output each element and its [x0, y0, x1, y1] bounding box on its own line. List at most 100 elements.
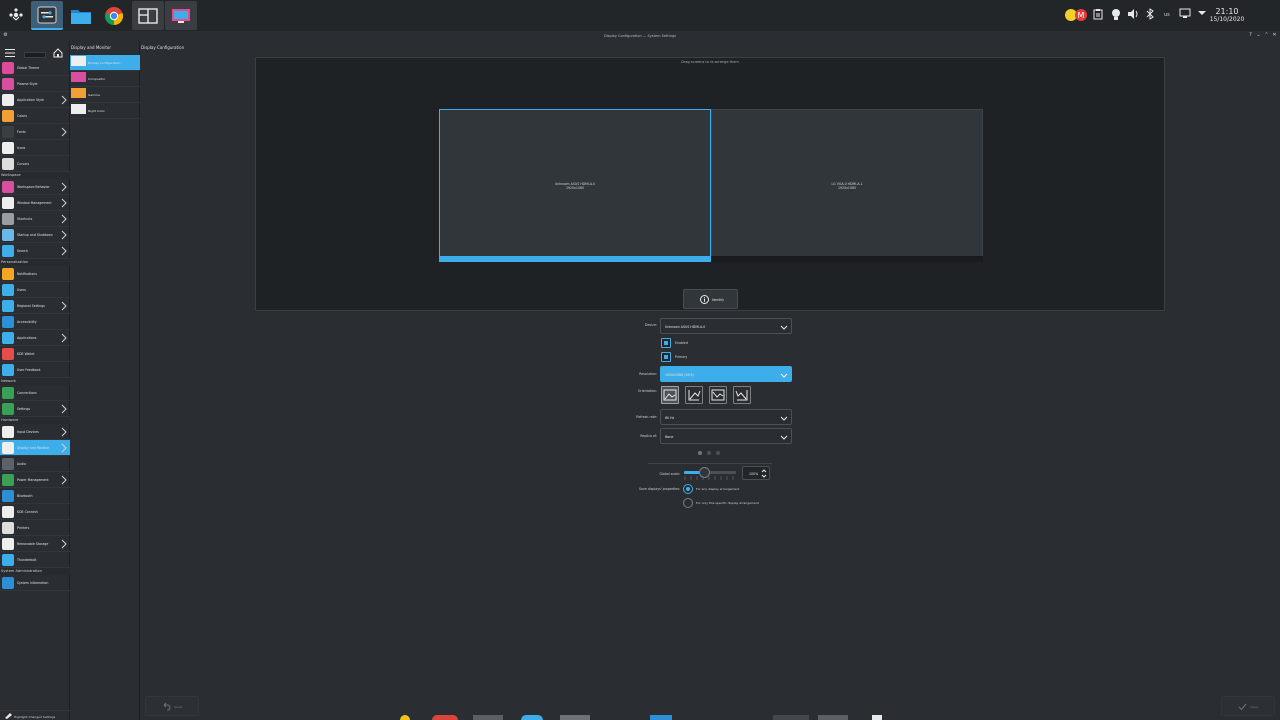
dock-item-1[interactable] — [400, 715, 410, 720]
sidebar-item[interactable]: User Feedback — [0, 362, 70, 378]
highlighter-icon — [5, 713, 12, 719]
bluetooth-icon[interactable] — [1146, 8, 1154, 22]
sidebar-item[interactable]: Search — [0, 243, 70, 259]
apply-button[interactable]: Apply — [1221, 696, 1275, 716]
sidebar-item[interactable]: Startup and Shutdown — [0, 227, 70, 243]
spin-arrows-icon[interactable] — [761, 468, 767, 479]
sidebar-item[interactable]: Colors — [0, 108, 70, 124]
sidebar-item[interactable]: Icons — [0, 140, 70, 156]
sidebar-search-input[interactable] — [24, 52, 46, 58]
sidebar-item-label: Bluetooth — [17, 494, 33, 498]
monitor-primary[interactable]: Unknown ASUS HDMI-A-0 1920x1080 — [439, 109, 711, 262]
subcategory-item[interactable]: Display Configuration — [70, 55, 140, 71]
dock-item-9[interactable] — [872, 715, 882, 720]
sidebar-item[interactable]: Applications — [0, 330, 70, 346]
sidebar-item[interactable]: Input Devices — [0, 424, 70, 440]
dock-item-8[interactable] — [818, 715, 848, 720]
dock-item-5[interactable] — [560, 715, 590, 720]
sidebar-item[interactable]: Shortcuts — [0, 211, 70, 227]
minimize-icon[interactable]: ⌄ — [1256, 33, 1261, 38]
hamburger-menu-icon[interactable] — [5, 49, 15, 57]
sidebar-item[interactable]: Fonts — [0, 124, 70, 140]
refresh-rate-combobox[interactable]: 60 Hz — [660, 409, 792, 425]
radio-specific-arrangement[interactable] — [683, 498, 693, 508]
sidebar-item[interactable]: Thunderbolt — [0, 552, 70, 568]
sidebar-item[interactable]: Global Theme — [0, 60, 70, 76]
network-icon[interactable] — [1179, 8, 1191, 22]
primary-checkbox[interactable] — [661, 352, 671, 362]
task-chrome[interactable] — [98, 1, 130, 30]
sidebar-item[interactable]: KDE Wallet — [0, 346, 70, 362]
sidebar-item[interactable]: Regional Settings — [0, 298, 70, 314]
system-settings-icon — [37, 6, 57, 23]
replica-combobox[interactable]: None — [660, 428, 792, 444]
subcategory-item[interactable]: Gamma — [70, 87, 140, 103]
clock-date: 15/10/2020 — [1209, 16, 1245, 23]
sidebar-item[interactable]: Accessibility — [0, 314, 70, 330]
sidebar-item[interactable]: Connections — [0, 385, 70, 401]
enabled-checkbox[interactable] — [661, 338, 671, 348]
maximize-icon[interactable]: ⌃ — [1264, 33, 1269, 38]
lightbulb-icon[interactable] — [1111, 8, 1121, 22]
orientation-rotate-left-button[interactable] — [685, 386, 703, 404]
page-dot[interactable] — [716, 451, 720, 455]
digital-clock[interactable]: 21:10 15/10/2020 — [1206, 8, 1248, 24]
sidebar-item[interactable]: Settings — [0, 401, 70, 417]
page-dot[interactable] — [707, 451, 711, 455]
sidebar-item[interactable]: Window Management — [0, 195, 70, 211]
resolution-combobox[interactable]: 1920x1080 (16:9) — [660, 366, 792, 382]
sidebar-item[interactable]: Users — [0, 282, 70, 298]
page-dot[interactable] — [698, 451, 702, 455]
task-system-settings[interactable] — [31, 1, 63, 30]
task-window-1[interactable] — [132, 1, 164, 30]
task-file-manager[interactable] — [65, 1, 97, 30]
orientation-landscape-button[interactable] — [661, 386, 679, 404]
keyboard-layout-label[interactable]: us — [1164, 12, 1170, 18]
sidebar-item[interactable]: Bluetooth — [0, 488, 70, 504]
orientation-rotate-right-button[interactable] — [733, 386, 751, 404]
sidebar-item[interactable]: Workspace Behavior — [0, 179, 70, 195]
home-icon[interactable] — [53, 48, 63, 58]
dock-item-2[interactable] — [432, 715, 458, 720]
monitor-secondary[interactable]: LG VGA-0 HDMI-A-1 1920x1080 — [711, 109, 983, 262]
sidebar-item[interactable]: System Information — [0, 575, 70, 591]
sidebar-item-label: Global Theme — [17, 66, 40, 70]
highlight-changed-settings[interactable]: Highlight Changed Settings — [0, 710, 70, 720]
sidebar-item[interactable]: Application Style — [0, 92, 70, 108]
chrome-icon — [104, 6, 124, 25]
startup-shutdown-icon — [2, 229, 14, 241]
clipboard-icon[interactable] — [1093, 8, 1103, 22]
identify-button[interactable]: Identify — [683, 289, 738, 309]
scale-spinbox[interactable]: 100% — [742, 466, 770, 480]
device-combobox[interactable]: Unknown ASUS HDMI-A-0 — [660, 318, 792, 334]
rotate-left-icon — [688, 390, 701, 401]
sidebar-item[interactable]: Plasma Style — [0, 76, 70, 92]
window-titlebar[interactable]: ⚙ Display Configuration — System Setting… — [0, 31, 1280, 41]
radio-any-arrangement[interactable] — [683, 484, 693, 494]
subcategory-item[interactable]: Night Color — [70, 103, 140, 119]
task-window-2[interactable] — [165, 1, 197, 30]
sidebar-item[interactable]: KDE Connect — [0, 504, 70, 520]
subcategory-item[interactable]: Compositor — [70, 71, 140, 87]
reset-button[interactable]: Reset — [145, 696, 199, 716]
notifications-tray[interactable]: M — [1064, 8, 1088, 22]
sidebar-item[interactable]: Notifications — [0, 266, 70, 282]
sidebar-item[interactable]: Audio — [0, 456, 70, 472]
orientation-upside-down-button[interactable] — [709, 386, 727, 404]
sidebar-item[interactable]: Display and Monitor — [0, 440, 70, 456]
dock-item-4[interactable] — [521, 715, 543, 720]
screen-arrangement-area[interactable]: Drag screens to re-arrange them Unknown … — [255, 57, 1165, 311]
application-launcher-icon[interactable] — [6, 5, 26, 25]
close-icon[interactable]: ✕ — [1272, 33, 1277, 38]
dock-item-7[interactable] — [773, 715, 809, 720]
chevron-down-icon — [780, 416, 788, 421]
sidebar-item[interactable]: Printers — [0, 520, 70, 536]
dock-item-6[interactable] — [650, 715, 672, 720]
dock-item-3[interactable] — [473, 715, 503, 720]
volume-icon[interactable] — [1127, 8, 1139, 22]
sidebar-item[interactable]: Power Management — [0, 472, 70, 488]
help-icon[interactable]: ? — [1248, 33, 1253, 38]
sidebar-item-label: KDE Connect — [17, 510, 38, 514]
sidebar-item[interactable]: Cursors — [0, 156, 70, 172]
sidebar-item[interactable]: Removable Storage — [0, 536, 70, 552]
